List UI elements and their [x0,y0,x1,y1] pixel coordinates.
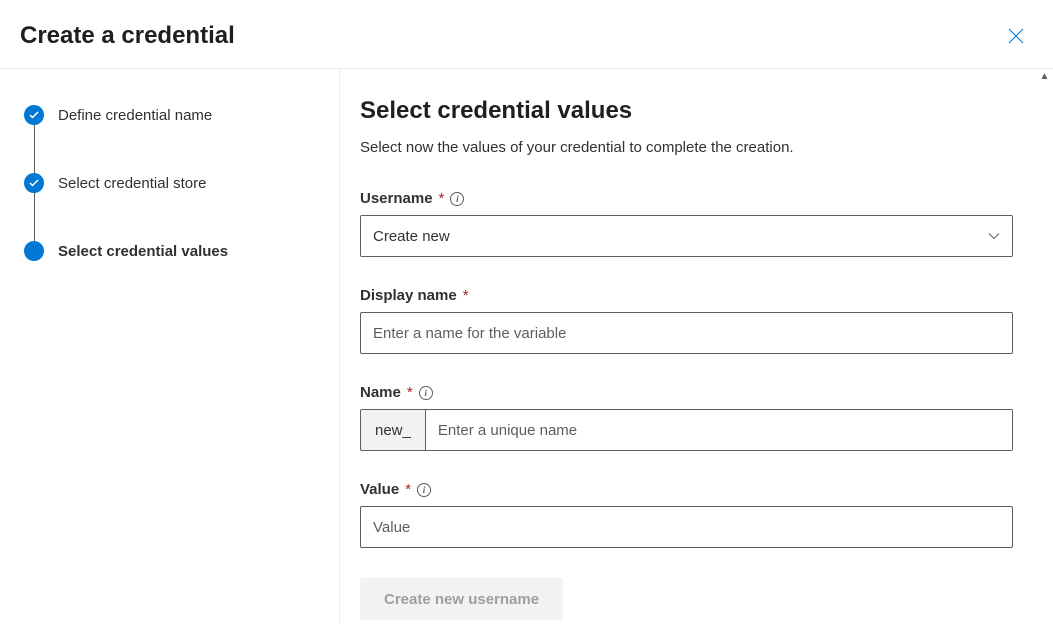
display-name-label: Display name * [360,287,1013,304]
info-icon[interactable]: i [417,483,431,497]
username-dropdown[interactable]: Create new [360,215,1013,257]
step-define-credential-name[interactable]: Define credential name [24,105,319,125]
name-input-wrapper: new_ [360,409,1013,451]
step-completed-icon [24,105,44,125]
step-completed-icon [24,173,44,193]
close-button[interactable] [1004,24,1028,48]
step-label: Define credential name [58,107,212,124]
dropdown-value: Create new [373,228,450,245]
main-panel: Select credential values Select now the … [340,69,1053,624]
value-field-group: Value * i [360,481,1013,548]
display-name-input[interactable] [360,312,1013,354]
dialog-title: Create a credential [20,22,235,50]
name-input[interactable] [426,410,1012,450]
step-connector [34,125,35,173]
dialog-content: Define credential name Select credential… [0,69,1053,624]
value-label: Value * i [360,481,1013,498]
panel-heading: Select credential values [360,97,1013,125]
scrollbar[interactable]: ▲ [1036,68,1053,623]
required-asterisk: * [463,287,469,304]
display-name-field-group: Display name * [360,287,1013,354]
step-current-icon [24,241,44,261]
create-button[interactable]: Create new username [360,578,563,620]
info-icon[interactable]: i [419,386,433,400]
panel-description: Select now the values of your credential… [360,139,1013,156]
required-asterisk: * [439,190,445,207]
close-icon [1008,28,1024,44]
required-asterisk: * [405,481,411,498]
steps-sidebar: Define credential name Select credential… [0,69,340,624]
info-icon[interactable]: i [450,192,464,206]
step-select-credential-values[interactable]: Select credential values [24,241,319,261]
scroll-up-arrow[interactable]: ▲ [1036,68,1053,85]
step-label: Select credential values [58,243,228,260]
step-select-credential-store[interactable]: Select credential store [24,173,319,193]
value-input[interactable] [360,506,1013,548]
step-label: Select credential store [58,175,206,192]
dialog-header: Create a credential [0,0,1053,69]
required-asterisk: * [407,384,413,401]
step-connector [34,193,35,241]
name-prefix: new_ [361,410,426,450]
username-label: Username * i [360,190,1013,207]
chevron-down-icon [988,232,1000,240]
name-field-group: Name * i new_ [360,384,1013,451]
name-label: Name * i [360,384,1013,401]
username-field-group: Username * i Create new [360,190,1013,257]
